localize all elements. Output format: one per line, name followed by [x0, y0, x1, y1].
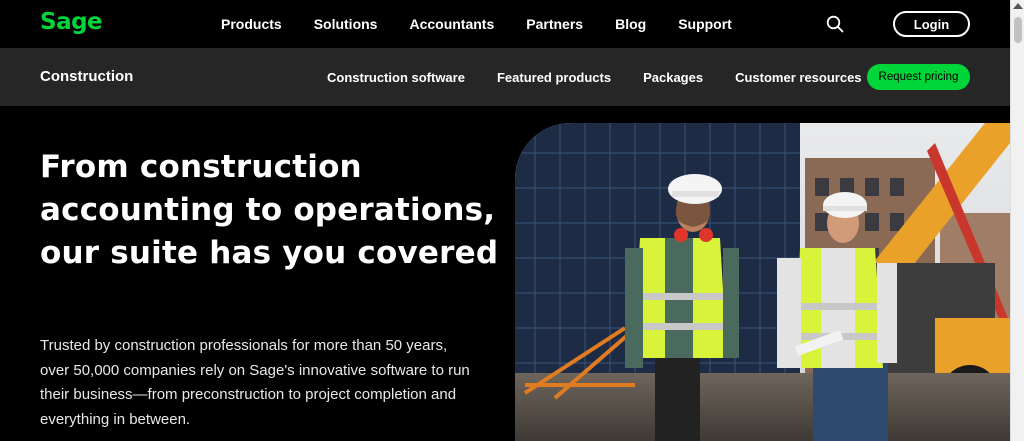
main-nav: Products Solutions Accountants Partners …: [205, 0, 748, 48]
nav-support[interactable]: Support: [662, 16, 748, 32]
section-navigation: Construction Construction software Featu…: [0, 48, 1010, 106]
nav-partners[interactable]: Partners: [510, 16, 599, 32]
top-navigation: Sage Products Solutions Accountants Part…: [0, 0, 1010, 48]
sage-logo[interactable]: Sage: [40, 9, 103, 35]
hero-title: From construction accounting to operatio…: [40, 149, 499, 271]
section-links: Construction software Featured products …: [311, 48, 878, 106]
subnav-construction-software[interactable]: Construction software: [311, 70, 481, 85]
scroll-up-arrow-icon[interactable]: [1013, 3, 1023, 9]
nav-solutions[interactable]: Solutions: [298, 16, 394, 32]
subnav-customer-resources[interactable]: Customer resources: [719, 70, 877, 85]
nav-products[interactable]: Products: [205, 16, 298, 32]
subnav-packages[interactable]: Packages: [627, 70, 719, 85]
search-icon[interactable]: [826, 15, 844, 33]
section-title[interactable]: Construction: [40, 68, 133, 85]
request-pricing-button[interactable]: Request pricing: [867, 64, 970, 90]
nav-accountants[interactable]: Accountants: [393, 16, 510, 32]
hero-image: [515, 123, 1010, 441]
hero-description: Trusted by construction professionals fo…: [40, 337, 470, 428]
page-scrollbar[interactable]: [1010, 0, 1024, 441]
login-button[interactable]: Login: [893, 11, 970, 37]
scroll-thumb[interactable]: [1014, 17, 1022, 43]
subnav-featured-products[interactable]: Featured products: [481, 70, 627, 85]
nav-blog[interactable]: Blog: [599, 16, 662, 32]
